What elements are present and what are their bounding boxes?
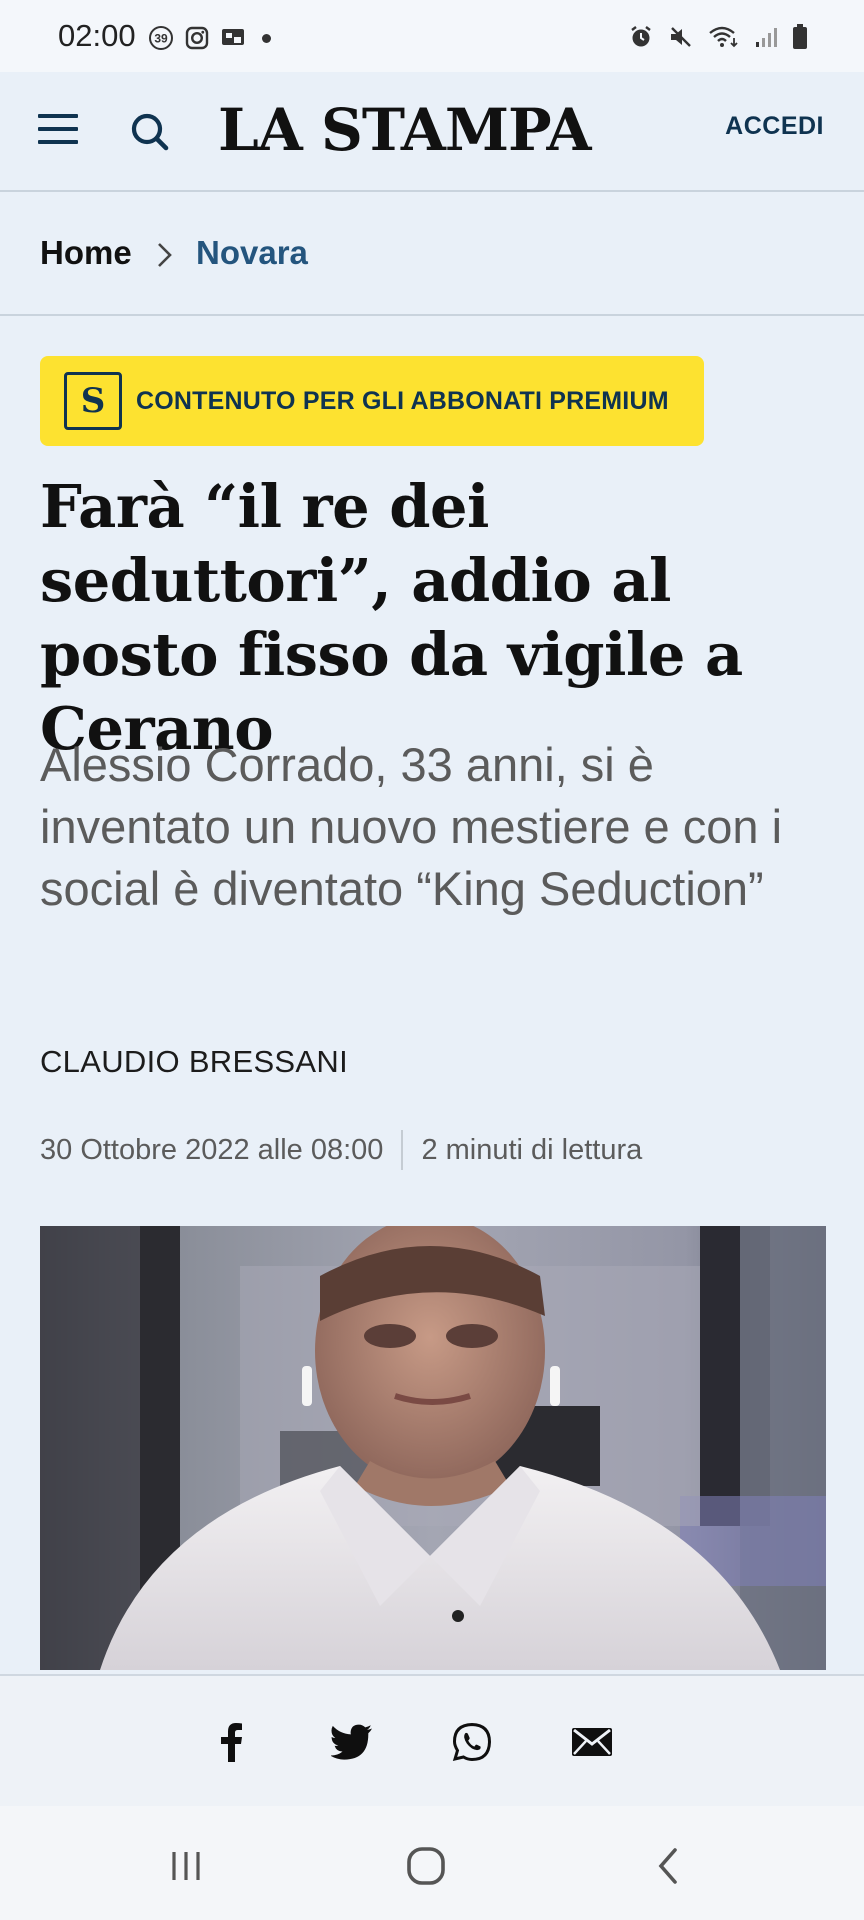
recent-apps-icon[interactable]	[164, 1844, 208, 1888]
wifi-icon	[709, 26, 738, 48]
system-navigation-bar	[0, 1806, 864, 1920]
article-photo-image	[40, 1226, 826, 1670]
breadcrumb-category-link[interactable]: Novara	[196, 234, 308, 272]
article-author[interactable]: CLAUDIO BRESSANI	[40, 1044, 348, 1080]
article-title: Farà “il re dei seduttori”, addio al pos…	[40, 472, 743, 763]
chevron-right-icon	[158, 243, 172, 267]
system-icons	[628, 22, 808, 52]
premium-badge-label: CONTENUTO PER GLI ABBONATI PREMIUM	[136, 386, 669, 415]
facebook-icon[interactable]	[207, 1718, 255, 1766]
site-header: LA STAMPA ACCEDI	[0, 72, 864, 192]
status-bar: 02:00 39	[0, 0, 864, 72]
share-bar	[0, 1674, 864, 1806]
whatsapp-icon[interactable]	[448, 1718, 496, 1766]
hamburger-menu-icon[interactable]	[38, 114, 78, 148]
mute-icon	[671, 27, 691, 47]
search-icon[interactable]	[128, 110, 172, 154]
notification-icons: 39	[148, 24, 271, 52]
article-photo[interactable]	[40, 1226, 826, 1670]
breadcrumb: Home Novara	[0, 194, 864, 316]
article-date: 30 Ottobre 2022 alle 08:00	[40, 1133, 384, 1166]
article-reading-time: 2 minuti di lettura	[421, 1133, 643, 1166]
battery-icon	[793, 24, 807, 49]
screen-cast-icon	[222, 29, 244, 45]
article-meta: 30 Ottobre 2022 alle 08:00 2 minuti di l…	[40, 1128, 642, 1172]
home-icon[interactable]	[404, 1844, 448, 1888]
notification-count: 39	[154, 32, 168, 46]
meta-divider	[401, 1130, 404, 1170]
premium-logo-icon: S	[64, 372, 122, 430]
more-notifications-dot	[262, 33, 271, 43]
breadcrumb-home-link[interactable]: Home	[40, 234, 132, 272]
signal-icon	[756, 28, 777, 47]
email-icon[interactable]	[568, 1718, 616, 1766]
twitter-icon[interactable]	[328, 1718, 376, 1766]
article-subtitle: Alessio Corrado, 33 anni, si è inventato…	[40, 738, 783, 915]
instagram-icon	[185, 26, 209, 50]
login-button[interactable]: ACCEDI	[725, 112, 824, 141]
site-logo[interactable]: LA STAMPA	[218, 96, 591, 164]
status-time: 02:00	[58, 18, 136, 53]
back-icon[interactable]	[648, 1844, 692, 1888]
premium-content-badge: S CONTENUTO PER GLI ABBONATI PREMIUM	[40, 356, 704, 446]
notification-count-icon: 39	[149, 26, 173, 50]
alarm-icon	[631, 26, 651, 47]
